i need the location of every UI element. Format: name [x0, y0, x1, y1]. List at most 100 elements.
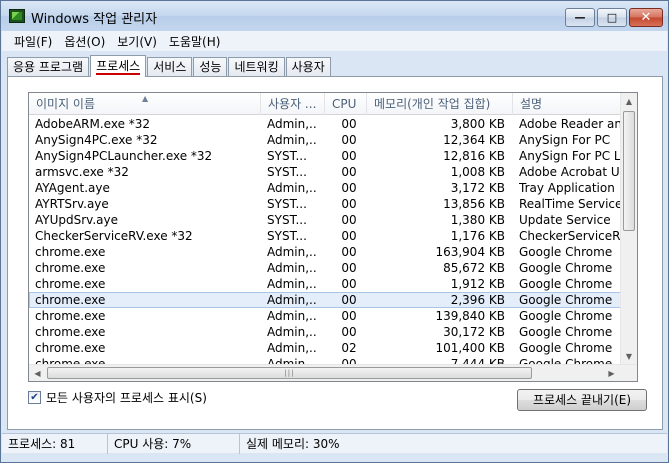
cpu-cell: 00 [341, 149, 357, 163]
process-name-cell: chrome.exe [35, 261, 106, 275]
tab-processes[interactable]: 프로세스 [90, 55, 147, 77]
task-manager-window: Windows 작업 관리자 — □ ✕ 파일(F) 옵션(O) 보기(V) 도… [0, 0, 669, 463]
description-cell: Adobe Reader and [519, 117, 629, 131]
maximize-icon: □ [606, 11, 618, 24]
horizontal-scrollbar[interactable]: ◀ ||| ▶ [29, 364, 637, 381]
memory-cell: 139,840 KB [435, 309, 505, 323]
tab-networking[interactable]: 네트워킹 [228, 57, 285, 77]
memory-cell: 2,396 KB [450, 293, 505, 307]
memory-cell: 101,400 KB [435, 341, 505, 355]
description-cell: Google Chrome [519, 341, 613, 355]
column-header-memory[interactable]: 메모리(개인 작업 집합) [367, 93, 513, 115]
memory-cell: 85,672 KB [443, 261, 505, 275]
table-row[interactable]: chrome.exe Admin,.. 00 1,912 KB Google Chrom… [29, 276, 629, 292]
process-name-cell: chrome.exe [35, 341, 106, 355]
table-row[interactable]: AnySign4PC.exe *32 Admin,.. 00 12,364 KB Any… [29, 132, 629, 148]
vertical-scrollbar[interactable]: ▲ ▼ [620, 93, 637, 365]
column-header-cpu[interactable]: CPU [325, 93, 367, 115]
memory-cell: 13,856 KB [443, 197, 505, 211]
column-header-description[interactable]: 설명 [513, 93, 629, 115]
cpu-cell: 00 [341, 309, 357, 323]
table-row[interactable]: AYRTSrv.aye SYST... 00 13,856 KB RealTime Se… [29, 196, 629, 212]
status-bar: 프로세스: 81 CPU 사용: 7% 실제 메모리: 30% [2, 433, 667, 454]
show-all-users-checkbox[interactable]: ✔ [28, 391, 41, 404]
memory-cell: 163,904 KB [435, 245, 505, 259]
tab-applications[interactable]: 응용 프로그램 [7, 57, 90, 77]
memory-cell: 1,176 KB [450, 229, 505, 243]
description-cell: Update Service [519, 213, 611, 227]
memory-cell: 3,172 KB [450, 181, 505, 195]
title-bar[interactable]: Windows 작업 관리자 — □ ✕ [1, 1, 668, 31]
column-header-image-name[interactable]: 이미지 이름 ▲ [29, 93, 261, 115]
user-cell: Admin,.. [267, 293, 317, 307]
table-row[interactable]: armsvc.exe *32 SYST... 00 1,008 KB Adobe Acr… [29, 164, 629, 180]
user-cell: Admin,.. [267, 325, 317, 339]
minimize-button[interactable]: — [565, 8, 595, 27]
scroll-up-icon[interactable]: ▲ [621, 93, 637, 110]
description-cell: Adobe Acrobat Upd [519, 165, 629, 179]
menu-view[interactable]: 보기(V) [111, 33, 163, 50]
user-cell: Admin,.. [267, 341, 317, 355]
description-cell: AnySign For PC [519, 133, 611, 147]
memory-cell: 1,008 KB [450, 165, 505, 179]
table-row[interactable]: chrome.exe Admin,.. 02 101,400 KB Google Chr… [29, 340, 629, 356]
menu-options[interactable]: 옵션(O) [58, 33, 111, 50]
table-row[interactable]: chrome.exe Admin,.. 00 30,172 KB Google Chro… [29, 324, 629, 340]
show-all-users-label: 모든 사용자의 프로세스 표시(S) [46, 391, 207, 405]
user-cell: SYST... [267, 149, 307, 163]
process-name-cell: AdobeARM.exe *32 [35, 117, 151, 131]
table-row[interactable]: AYUpdSrv.aye SYST... 00 1,380 KB Update Serv… [29, 212, 629, 228]
process-name-cell: AYRTSrv.aye [35, 197, 109, 211]
user-cell: SYST... [267, 165, 307, 179]
scroll-down-icon[interactable]: ▼ [621, 348, 637, 365]
maximize-button[interactable]: □ [597, 8, 627, 27]
table-row[interactable]: chrome.exe Admin,.. 00 163,904 KB Google Chr… [29, 244, 629, 260]
user-cell: Admin,.. [267, 261, 317, 275]
tab-performance[interactable]: 성능 [193, 57, 228, 77]
process-name-cell: chrome.exe [35, 245, 106, 259]
user-cell: Admin,.. [267, 181, 317, 195]
description-cell: Google Chrome [519, 293, 613, 307]
description-cell: CheckerServiceRV. [519, 229, 629, 243]
user-cell: SYST... [267, 229, 307, 243]
tab-strip: 응용 프로그램 프로세스 서비스 성능 네트워킹 사용자 [7, 55, 332, 77]
table-row[interactable]: chrome.exe Admin,.. 00 85,672 KB Google Chro… [29, 260, 629, 276]
menu-file[interactable]: 파일(F) [8, 33, 58, 50]
table-row[interactable]: chrome.exe Admin,.. 00 139,840 KB Google Chr… [29, 308, 629, 324]
cpu-cell: 00 [341, 245, 357, 259]
cpu-cell: 00 [341, 197, 357, 211]
process-rows: AdobeARM.exe *32 Admin,.. 00 3,800 KB Adobe … [29, 116, 629, 372]
column-header-user[interactable]: 사용자 ... [261, 93, 325, 115]
table-row[interactable]: AdobeARM.exe *32 Admin,.. 00 3,800 KB Adobe … [29, 116, 629, 132]
scroll-right-icon[interactable]: ▶ [603, 365, 620, 381]
vertical-scroll-thumb[interactable] [623, 111, 635, 231]
close-icon: ✕ [640, 10, 652, 25]
process-name-cell: AYUpdSrv.aye [35, 213, 118, 227]
table-row[interactable]: AYAgent.aye Admin,.. 00 3,172 KB Tray Applic… [29, 180, 629, 196]
processes-panel: 이미지 이름 ▲ 사용자 ... CPU 메모리(개인 작업 집합) 설명 Ad… [7, 76, 663, 430]
cpu-cell: 00 [341, 213, 357, 227]
cpu-cell: 00 [341, 277, 357, 291]
scroll-left-icon[interactable]: ◀ [29, 365, 46, 381]
process-name-cell: AYAgent.aye [35, 181, 110, 195]
table-row[interactable]: AnySign4PCLauncher.exe *32 SYST... 00 12,81… [29, 148, 629, 164]
cpu-cell: 00 [341, 165, 357, 179]
table-row[interactable]: chrome.exe Admin,.. 00 2,396 KB Google Chrom… [29, 292, 629, 308]
menu-help[interactable]: 도움말(H) [163, 33, 227, 50]
cpu-cell: 00 [341, 293, 357, 307]
show-all-users-option[interactable]: ✔ 모든 사용자의 프로세스 표시(S) [28, 389, 207, 406]
process-name-cell: chrome.exe [35, 293, 106, 307]
tab-users[interactable]: 사용자 [285, 57, 331, 77]
task-manager-icon [9, 9, 25, 23]
description-cell: Google Chrome [519, 245, 613, 259]
close-button[interactable]: ✕ [629, 8, 663, 27]
table-row[interactable]: CheckerServiceRV.exe *32 SYST... 00 1,176 K… [29, 228, 629, 244]
horizontal-scroll-thumb[interactable]: ||| [47, 367, 532, 379]
cpu-cell: 00 [341, 117, 357, 131]
tab-services[interactable]: 서비스 [147, 57, 193, 77]
memory-cell: 3,800 KB [450, 117, 505, 131]
user-cell: Admin,.. [267, 277, 317, 291]
process-list[interactable]: 이미지 이름 ▲ 사용자 ... CPU 메모리(개인 작업 집합) 설명 Ad… [28, 92, 638, 382]
end-process-button[interactable]: 프로세스 끝내기(E) [517, 389, 647, 411]
description-cell: Google Chrome [519, 261, 613, 275]
